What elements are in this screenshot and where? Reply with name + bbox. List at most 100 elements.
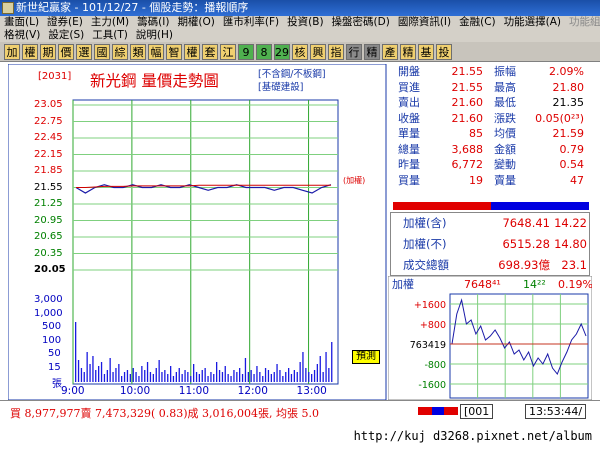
- menu-item[interactable]: 說明(H): [136, 29, 173, 41]
- volume-tick-label: 100: [42, 334, 62, 346]
- menu-item[interactable]: 格視(V): [4, 29, 40, 41]
- quote-label: 總量: [398, 142, 420, 156]
- toolbar-button[interactable]: 精: [364, 44, 380, 60]
- index-value: 6515.28: [502, 237, 550, 251]
- quote-value: 47: [570, 173, 584, 187]
- volume-bar: [293, 370, 295, 382]
- toolbar-button[interactable]: 興: [310, 44, 326, 60]
- mini-tick-label: -1600: [418, 380, 446, 391]
- menu-item[interactable]: 功能組件(S): [569, 16, 600, 28]
- volume-bar: [75, 322, 77, 382]
- quote-label: 最高: [494, 80, 516, 94]
- volume-bar: [103, 374, 106, 382]
- toolbar-button[interactable]: 套: [202, 44, 218, 60]
- menu-item[interactable]: 匯市利率(F): [223, 16, 279, 28]
- toolbar-button[interactable]: 權: [184, 44, 200, 60]
- quote-value: 21.80: [552, 80, 585, 94]
- volume-bar: [112, 372, 114, 382]
- menu-item[interactable]: 操盤密碼(D): [332, 16, 390, 28]
- volume-bar: [276, 364, 278, 382]
- toolbar-button[interactable]: 類: [130, 44, 146, 60]
- toolbar-button[interactable]: 權: [22, 44, 38, 60]
- volume-bar: [178, 368, 180, 382]
- index-value: 7648.41: [502, 216, 550, 230]
- toolbar-button[interactable]: 選: [76, 44, 92, 60]
- toolbar-button[interactable]: 智: [166, 44, 182, 60]
- quote-row: 單量 85 均價 21.59: [388, 126, 592, 142]
- quote-label: 單量: [398, 127, 420, 140]
- mini-header-text: 7648⁴¹: [464, 278, 501, 291]
- toolbar-button[interactable]: 期: [40, 44, 56, 60]
- index-row: 加權(含) 7648.41 14.22: [391, 213, 589, 234]
- menu-item[interactable]: 設定(S): [48, 29, 84, 41]
- toolbar-button[interactable]: 9: [238, 44, 254, 60]
- menu-item[interactable]: 工具(T): [92, 29, 128, 41]
- toolbar-button[interactable]: 價: [58, 44, 74, 60]
- quote-value: 21.60: [451, 96, 484, 109]
- volume-bar: [325, 352, 327, 382]
- volume-bar: [98, 366, 100, 382]
- menu-item[interactable]: 功能選擇(A): [504, 16, 561, 28]
- toolbar-button[interactable]: 行: [346, 44, 362, 60]
- volume-bar: [316, 364, 318, 382]
- index-row: 成交總額 698.93億 23.1: [391, 255, 589, 276]
- toolbar-button[interactable]: 綜: [112, 44, 128, 60]
- price-tick-label: 20.65: [34, 231, 63, 242]
- volume-bar: [158, 360, 160, 382]
- volume-bar: [262, 376, 264, 382]
- quote-value: 6,772: [451, 158, 484, 171]
- volume-bar: [236, 372, 238, 382]
- menu-item[interactable]: 期權(O): [177, 16, 214, 28]
- mini-tick-label: -800: [424, 360, 446, 371]
- menu-item[interactable]: 投資(B): [287, 16, 323, 28]
- volume-bar: [308, 372, 310, 382]
- volume-bar: [170, 366, 172, 382]
- toolbar-button[interactable]: 加: [4, 44, 20, 60]
- volume-bar: [250, 370, 252, 382]
- menu-item[interactable]: 畫面(L): [4, 16, 39, 28]
- window-title: 新世紀贏家 - 101/12/27 - 個股走勢：播報順序: [16, 1, 249, 14]
- quote-label: 振幅: [494, 65, 516, 78]
- price-tick-label: 22.75: [34, 115, 63, 127]
- volume-bar: [296, 372, 298, 382]
- mini-index-chart: 加權 7648⁴¹ 14²² 0.19% +1600 +800 763419 -800 -160…: [387, 275, 593, 401]
- toolbar-button[interactable]: 29: [274, 44, 290, 60]
- menu-bar: 畫面(L) 證券(E) 主力(M) 籌碼(I) 期權(O) 匯市利率(F) 投資(B) 操盤密…: [0, 16, 600, 42]
- pretrade-tag[interactable]: 預測: [352, 350, 380, 364]
- toolbar-button[interactable]: 國: [94, 44, 110, 60]
- volume-bar: [216, 362, 218, 382]
- menu-item[interactable]: 國際資訊(I): [398, 16, 451, 28]
- toolbar-button[interactable]: 產: [382, 44, 398, 60]
- menu-item[interactable]: 主力(M): [91, 16, 129, 28]
- menu-item[interactable]: 金融(C): [459, 16, 496, 28]
- volume-bar: [195, 372, 198, 382]
- volume-bar: [135, 372, 137, 382]
- volume-bar: [152, 374, 154, 382]
- volume-bar: [288, 368, 290, 382]
- volume-bar: [201, 370, 203, 382]
- price-tick-label: 23.05: [34, 99, 63, 110]
- volume-bar: [322, 372, 324, 382]
- toolbar-button[interactable]: 江: [220, 44, 236, 60]
- price-tick-label: 22.45: [34, 132, 63, 143]
- toolbar-button[interactable]: 8: [256, 44, 272, 60]
- index-change: 14.22: [554, 216, 587, 230]
- volume-bar: [264, 368, 267, 382]
- mini-tick-label: 763419: [410, 340, 446, 351]
- volume-bar: [132, 368, 134, 382]
- volume-bar: [233, 370, 235, 382]
- volume-tick-label: 1,000: [34, 307, 63, 319]
- toolbar-button[interactable]: 指: [328, 44, 344, 60]
- quote-row: 買進 21.55 最高 21.80: [388, 80, 592, 96]
- toolbar-button[interactable]: 精: [400, 44, 416, 60]
- toolbar-button[interactable]: 投: [436, 44, 452, 60]
- toolbar-button[interactable]: 幅: [148, 44, 164, 60]
- volume-bar: [181, 374, 183, 382]
- toolbar-button[interactable]: 核: [292, 44, 308, 60]
- plot-frame: [72, 99, 339, 385]
- menu-item[interactable]: 證券(E): [47, 16, 83, 28]
- menu-item[interactable]: 籌碼(I): [137, 16, 169, 28]
- toolbar-button[interactable]: 基: [418, 44, 434, 60]
- volume-bar: [290, 374, 293, 382]
- status-code[interactable]: [001: [460, 404, 494, 419]
